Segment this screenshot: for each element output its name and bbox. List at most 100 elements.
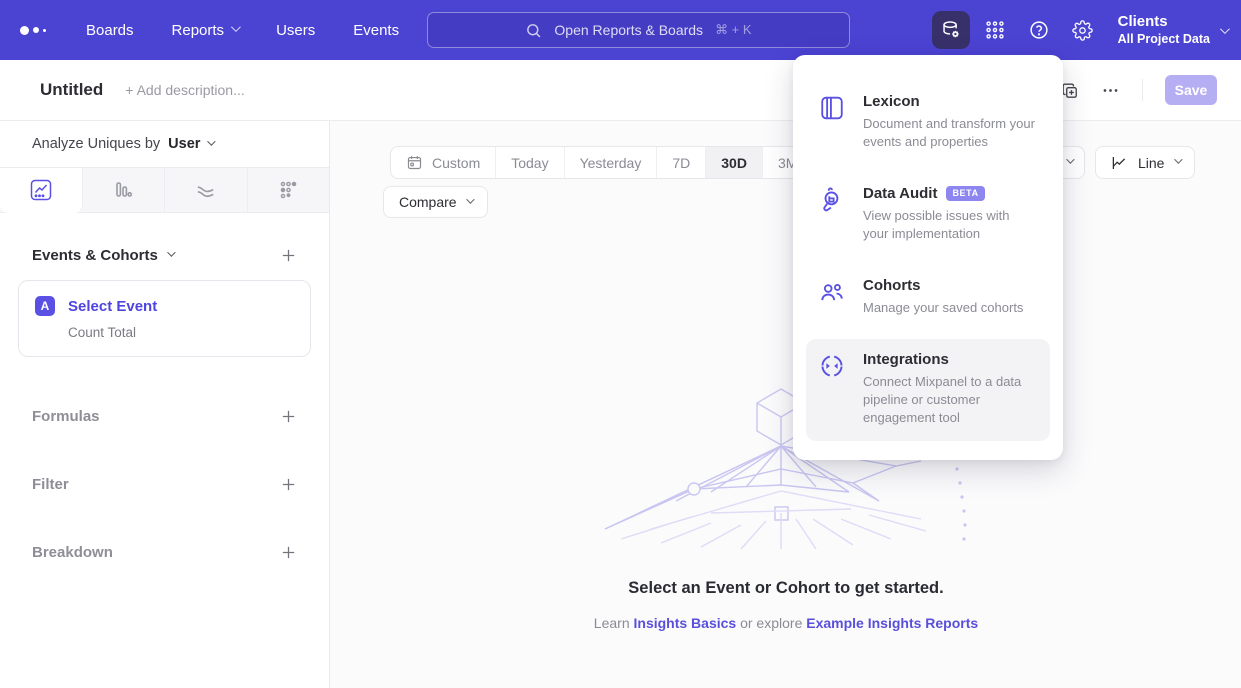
menu-item-title-text: Data Audit [863,185,937,202]
report-title[interactable]: Untitled [40,80,103,100]
more-dots-icon [1101,81,1120,100]
tab-metric-chart[interactable] [248,168,330,212]
plus-icon [280,247,297,264]
event-card[interactable]: A Select Event Count Total [18,280,311,357]
report-canvas: Custom Today Yesterday 7D 30D 3M 6M Comp… [331,121,1241,688]
account-text: Clients All Project Data [1118,13,1210,47]
insights-basics-link[interactable]: Insights Basics [634,615,737,631]
empty-state-heading: Select an Event or Cohort to get started… [331,579,1241,598]
divider [1142,79,1143,101]
nav-item-events[interactable]: Events [353,22,399,39]
nav-item-reports[interactable]: Reports [172,22,239,39]
empty-link-middle: or explore [740,615,802,631]
line-chart-icon [1110,154,1128,172]
global-search-input[interactable]: Open Reports & Boards ⌘ + K [427,12,850,48]
report-actions: Save [1060,75,1217,105]
tab-bar-chart[interactable] [83,168,166,212]
plus-icon [280,408,297,425]
nav-item-label: Boards [86,22,134,39]
empty-link-prefix: Learn [594,615,630,631]
chevron-down-icon [1066,155,1074,163]
date-range-label: Today [511,155,548,171]
event-metric-dropdown[interactable]: Count Total [68,325,294,340]
help-button[interactable] [1020,11,1058,49]
apps-grid-button[interactable] [976,11,1014,49]
breakdown-section: Breakdown [32,544,297,561]
chevron-down-icon [1220,24,1230,34]
date-range-yesterday[interactable]: Yesterday [565,147,658,178]
org-name: Clients [1118,13,1210,31]
plus-icon [280,476,297,493]
chart-type-dropdown-button[interactable]: Line [1095,146,1195,179]
event-row: A Select Event [35,296,294,316]
filter-label: Filter [32,476,69,493]
menu-item-description: Manage your saved cohorts [863,299,1023,317]
menu-item-lexicon[interactable]: Lexicon Document and transform your even… [806,81,1050,165]
chevron-down-icon [208,137,216,145]
analyze-entity-dropdown[interactable]: User [168,136,213,152]
menu-item-description: View possible issues with your implement… [863,207,1038,243]
project-name: All Project Data [1118,31,1210,47]
data-management-menu: Lexicon Document and transform your even… [793,55,1063,460]
gear-icon [1072,20,1093,41]
example-reports-link[interactable]: Example Insights Reports [806,615,978,631]
database-gear-icon [940,19,962,41]
project-switcher[interactable]: Clients All Project Data [1118,13,1227,47]
bar-chart-icon [112,179,134,201]
nav-item-boards[interactable]: Boards [86,22,134,39]
events-cohorts-header: Events & Cohorts [32,247,297,264]
add-breakdown-button[interactable] [280,544,297,561]
events-cohorts-toggle[interactable]: Events & Cohorts [32,247,173,264]
date-range-30d[interactable]: 30D [706,147,763,178]
nav-item-label: Reports [172,22,225,39]
date-range-label: Custom [432,155,480,171]
menu-item-title: Cohorts [863,277,1023,294]
chevron-down-icon [167,248,175,256]
chart-type-tabs [0,167,329,213]
date-range-label: 30D [721,155,747,171]
add-filter-button[interactable] [280,476,297,493]
compare-dropdown-button[interactable]: Compare [383,186,488,218]
chevron-down-icon [231,22,241,32]
menu-item-text: Lexicon Document and transform your even… [863,93,1038,151]
add-formula-button[interactable] [280,408,297,425]
add-description-field[interactable]: + Add description... [125,82,244,98]
cohorts-people-icon [818,277,846,317]
more-options-button[interactable] [1101,81,1120,100]
date-range-custom[interactable]: Custom [391,147,496,178]
tab-line-chart[interactable] [0,168,83,213]
data-management-button[interactable] [932,11,970,49]
data-audit-icon [818,185,846,243]
analyze-row: Analyze Uniques by User [0,121,329,167]
nav-menu: Boards Reports Users Events [86,22,399,39]
search-icon [525,22,542,39]
filter-section: Filter [32,476,297,493]
nav-item-label: Users [276,22,315,39]
integrations-sync-icon [818,351,846,427]
settings-button[interactable] [1064,11,1102,49]
save-button[interactable]: Save [1165,75,1217,105]
mixpanel-logo-icon[interactable] [20,26,64,35]
chart-type-label: Line [1138,155,1164,171]
menu-item-data-audit[interactable]: Data Audit BETA View possible issues wit… [806,173,1050,257]
menu-item-text: Data Audit BETA View possible issues wit… [863,185,1038,243]
select-event-button[interactable]: Select Event [68,298,157,315]
lexicon-book-icon [818,93,846,151]
search-placeholder: Open Reports & Boards [554,22,703,38]
menu-item-integrations[interactable]: Integrations Connect Mixpanel to a data … [806,339,1050,441]
breakdown-label: Breakdown [32,544,113,561]
formulas-section: Formulas [32,408,297,425]
date-range-today[interactable]: Today [496,147,564,178]
tab-flow-chart[interactable] [165,168,248,212]
menu-item-text: Integrations Connect Mixpanel to a data … [863,351,1038,427]
add-event-button[interactable] [280,247,297,264]
line-chart-icon [30,179,52,201]
menu-item-cohorts[interactable]: Cohorts Manage your saved cohorts [806,265,1050,331]
plus-icon [280,544,297,561]
date-range-7d[interactable]: 7D [657,147,706,178]
sidebar-body: Events & Cohorts A Select Event Count To… [0,247,329,561]
nav-item-users[interactable]: Users [276,22,315,39]
compare-label: Compare [399,194,457,210]
empty-state-links: Learn Insights Basics or explore Example… [331,615,1241,631]
beta-badge: BETA [946,186,984,201]
